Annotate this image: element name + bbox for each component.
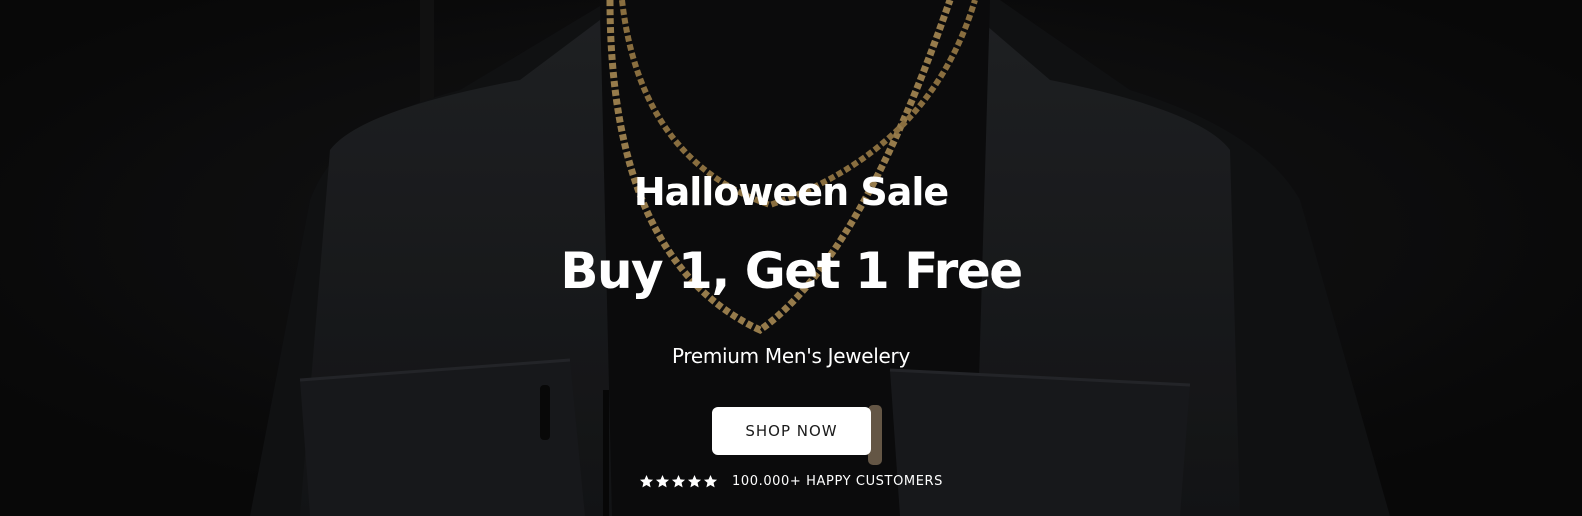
star-icon: [687, 474, 702, 488]
customer-rating: 100.000+ HAPPY CUSTOMERS: [0, 474, 1582, 489]
star-icon: [655, 474, 670, 488]
star-icon: [639, 474, 654, 488]
rating-stars: [639, 474, 718, 489]
hero-subtitle: Premium Men's Jewelery: [671, 344, 911, 368]
star-icon: [703, 474, 718, 488]
hero-banner: Halloween Sale Buy 1, Get 1 Free Premium…: [0, 0, 1582, 516]
happy-customers-text: 100.000+ HAPPY CUSTOMERS: [731, 474, 944, 489]
star-icon: [671, 474, 686, 488]
hero-eyebrow: Halloween Sale: [633, 170, 949, 214]
shop-now-button[interactable]: SHOP NOW: [712, 407, 871, 455]
hero-content: Halloween Sale Buy 1, Get 1 Free Premium…: [0, 0, 1582, 516]
hero-headline: Buy 1, Get 1 Free: [560, 242, 1023, 300]
